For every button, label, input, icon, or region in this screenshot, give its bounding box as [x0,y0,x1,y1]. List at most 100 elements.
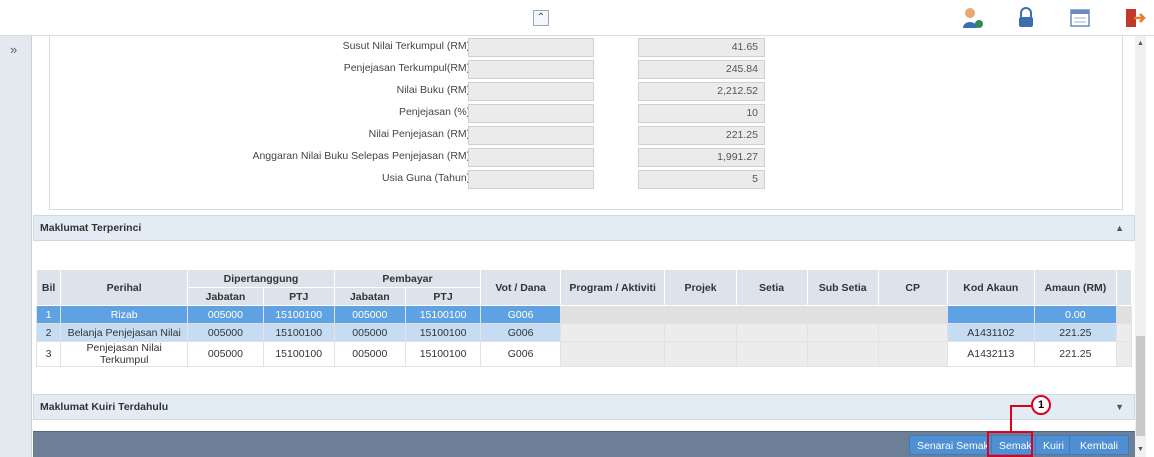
section-header-prev-query[interactable]: Maklumat Kuiri Terdahulu ▼ [33,394,1135,420]
field-label: Anggaran Nilai Buku Selepas Penjejasan (… [252,150,476,162]
section-title: Maklumat Terperinci [40,222,142,234]
field-label: Nilai Buku (RM) : [396,84,476,96]
sidebar: » [0,36,32,457]
field-row: Penjejasan (%) : 10 [50,104,1124,124]
cell-ptj: 15100100 [404,341,482,367]
column-header: Jabatan [187,287,264,306]
section-title: Maklumat Kuiri Terdahulu [40,401,169,413]
main-content: Susut Nilai Terkumpul (RM) : 41.65 Penje… [33,36,1135,457]
kuiri-button[interactable]: Kuiri [1035,435,1073,455]
cell-jabatan: 005000 [333,305,406,324]
logout-icon[interactable] [1122,6,1146,30]
cell-subsetia [806,323,879,342]
column-header: Kod Akaun [946,269,1035,306]
field-row: Anggaran Nilai Buku Selepas Penjejasan (… [50,148,1124,168]
column-header: PTJ [404,287,482,306]
field-value: 1,991.27 [638,148,765,167]
cell-projek [664,323,737,342]
table-row[interactable]: 3 Penjejasan Nilai Terkumpul 005000 1510… [35,341,1133,367]
column-header: Program / Aktiviti [559,269,666,306]
chevron-up-icon[interactable]: ▲ [1115,216,1124,240]
cell-cp [877,341,948,367]
chevron-down-icon[interactable]: ▼ [1115,395,1124,419]
field-label: Penjejasan Terkumpul(RM) : [343,62,476,74]
double-chevron-up-icon[interactable]: ⌃ [533,10,549,26]
cell-ptj: 15100100 [404,305,482,324]
cell-subsetia [806,305,879,324]
field-input [468,148,594,167]
scroll-up-icon[interactable]: ▲ [1136,40,1145,47]
top-icon-group [930,6,1146,30]
user-icon[interactable] [960,6,984,30]
action-bar: Senarai Semak Semak Kuiri Kembali [33,431,1135,457]
cell-vot: G006 [480,305,561,324]
column-header: PTJ [262,287,335,306]
column-header: Vot / Dana [480,269,561,306]
cell-jabatan: 005000 [333,341,406,367]
field-value: 10 [638,104,765,123]
field-value: 5 [638,170,765,189]
field-label: Susut Nilai Terkumpul (RM) : [342,40,476,52]
table-row[interactable]: 1 Rizab 005000 15100100 005000 15100100 … [35,305,1133,324]
cell-vot: G006 [480,341,561,367]
cell-ptj: 15100100 [404,323,482,342]
cell-ptj: 15100100 [262,305,335,324]
cell-setia [735,323,808,342]
cell-amaun[interactable]: 0.00 [1033,305,1117,324]
cell-amaun[interactable]: 221.25 [1033,341,1117,367]
cell-perihal: Rizab [60,305,189,324]
field-label: Usia Guna (Tahun) : [382,172,476,184]
cell-jabatan: 005000 [187,323,264,342]
cell-setia [735,305,808,324]
column-header: Projek [664,269,737,306]
column-header: Setia [735,269,808,306]
cell-program [559,341,666,367]
senarai-semak-button[interactable]: Senarai Semak [909,435,997,455]
cell-jabatan: 005000 [187,341,264,367]
cell-ptj: 15100100 [262,323,335,342]
cell-bil: 1 [35,305,62,324]
field-label: Nilai Penjejasan (RM) : [368,128,476,140]
callout-line [1010,405,1032,407]
cell-ptj: 15100100 [262,341,335,367]
cell-perihal: Penjejasan Nilai Terkumpul [60,341,189,367]
cell-bil: 3 [35,341,62,367]
field-value: 221.25 [638,126,765,145]
cell-jabatan: 005000 [333,323,406,342]
cell-program [559,305,666,324]
field-input [468,60,594,79]
scroll-down-icon[interactable]: ▼ [1136,446,1145,453]
double-chevron-right-icon[interactable]: » [10,42,17,57]
cell-amaun[interactable]: 221.25 [1033,323,1117,342]
kembali-button[interactable]: Kembali [1069,435,1129,455]
column-header: Sub Setia [806,269,879,306]
column-header: CP [877,269,948,306]
column-header-spacer [1115,269,1133,306]
cell-bil: 2 [35,323,62,342]
column-header: Perihal [60,269,189,306]
column-header: Jabatan [333,287,406,306]
section-header-detail[interactable]: Maklumat Terperinci ▲ [33,215,1135,241]
field-row: Penjejasan Terkumpul(RM) : 245.84 [50,60,1124,80]
top-bar: ⌃ [0,0,1154,36]
window-icon[interactable] [1068,6,1092,30]
cell-perihal: Belanja Penjejasan Nilai [60,323,189,342]
vertical-scrollbar[interactable]: ▲ ▼ [1135,36,1146,457]
field-label: Penjejasan (%) : [398,106,476,118]
cell-projek [664,341,737,367]
cell-kod-akaun: A1431102 [946,323,1035,342]
field-value: 2,212.52 [638,82,765,101]
cell-subsetia [806,341,879,367]
lock-icon[interactable] [1014,6,1038,30]
cell-kod-akaun [946,305,1035,324]
field-input [468,38,594,57]
detail-table: Bil Perihal Dipertanggung Pembayar Vot /… [35,269,1133,367]
field-input [468,126,594,145]
field-input [468,170,594,189]
column-header: Dipertanggung [187,269,335,288]
cell-program [559,323,666,342]
field-row: Susut Nilai Terkumpul (RM) : 41.65 [50,38,1124,58]
column-header: Bil [35,269,62,306]
table-row[interactable]: 2 Belanja Penjejasan Nilai 005000 151001… [35,323,1133,342]
scroll-thumb[interactable] [1136,336,1145,436]
